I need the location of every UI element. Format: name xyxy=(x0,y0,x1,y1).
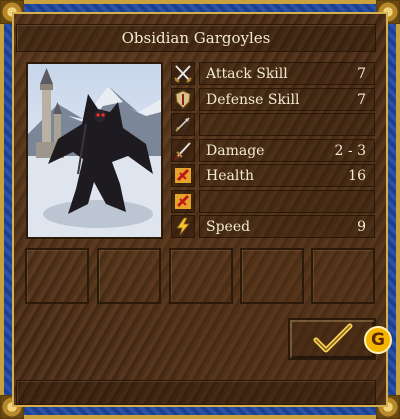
stat-label: Health xyxy=(206,168,254,184)
checkmark-icon xyxy=(313,323,353,353)
stat-value: 9 xyxy=(357,219,366,235)
stat-value: 7 xyxy=(357,66,366,82)
ability-slot[interactable] xyxy=(311,248,375,304)
stat-value: 16 xyxy=(348,168,366,184)
stat-row-shots xyxy=(171,112,375,138)
stat-row-attack: Attack Skill 7 xyxy=(171,61,375,87)
stat-label: Damage xyxy=(206,142,265,159)
sword-icon xyxy=(171,138,195,162)
watermark-logo: G xyxy=(364,326,392,354)
stat-shots xyxy=(199,113,375,136)
crossed-swords-icon xyxy=(171,62,195,85)
red-cross-icon xyxy=(171,189,195,213)
stat-defense: Defense Skill 7 xyxy=(199,87,375,111)
stat-row-health: Health 16 xyxy=(171,163,375,189)
arrow-icon xyxy=(171,113,195,136)
ability-slot[interactable] xyxy=(240,248,304,304)
red-cross-icon xyxy=(171,164,195,187)
ability-slot[interactable] xyxy=(25,248,89,304)
shield-icon xyxy=(171,87,195,111)
stat-row-damage: Damage 2 - 3 xyxy=(171,138,375,164)
stat-damage: Damage 2 - 3 xyxy=(199,138,375,162)
stat-row-health-left xyxy=(171,189,375,215)
gargoyle-portrait-image xyxy=(28,64,161,237)
creature-portrait xyxy=(26,62,163,239)
ok-button[interactable] xyxy=(288,318,376,360)
stat-label: Speed xyxy=(206,219,251,235)
creature-stats-list: Attack Skill 7 Defense Skill 7 Damage 2 … xyxy=(171,61,375,240)
lightning-icon xyxy=(171,215,195,238)
ability-slots xyxy=(25,248,375,305)
stat-row-speed: Speed 9 xyxy=(171,214,375,240)
stat-label: Attack Skill xyxy=(206,66,288,82)
creature-name: Obsidian Gargoyles xyxy=(16,24,376,52)
stat-label: Defense Skill xyxy=(206,91,300,108)
status-bar xyxy=(16,380,376,405)
stat-value: 2 - 3 xyxy=(334,142,366,159)
stat-row-defense: Defense Skill 7 xyxy=(171,87,375,113)
stat-speed: Speed 9 xyxy=(199,215,375,238)
stat-health-left xyxy=(199,189,375,213)
ability-slot[interactable] xyxy=(97,248,161,304)
stat-attack: Attack Skill 7 xyxy=(199,62,375,85)
stat-value: 7 xyxy=(357,91,366,108)
stat-health: Health 16 xyxy=(199,164,375,187)
ability-slot[interactable] xyxy=(169,248,233,304)
